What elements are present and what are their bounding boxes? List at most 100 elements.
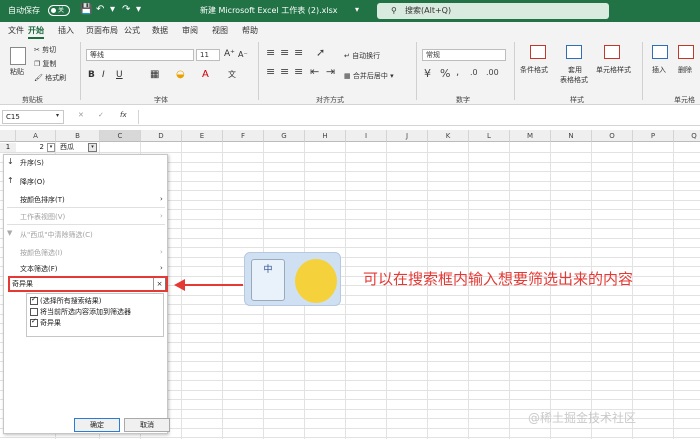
comma-icon[interactable]: ,	[456, 67, 459, 78]
decrease-indent-icon[interactable]: ⇤	[310, 65, 319, 78]
tab-view[interactable]: 视图	[212, 25, 228, 36]
font-color-icon[interactable]: A	[202, 69, 209, 80]
tab-help[interactable]: 帮助	[242, 25, 258, 36]
column-header-q[interactable]: Q	[674, 130, 700, 142]
save-icon[interactable]: 💾	[80, 4, 92, 15]
cancel-entry-icon[interactable]: ✕	[78, 111, 84, 119]
column-header-d[interactable]: D	[141, 130, 182, 142]
customize-qat-icon[interactable]: ▾	[136, 4, 141, 15]
borders-icon[interactable]: ▦	[150, 69, 159, 80]
tab-review[interactable]: 审阅	[182, 25, 198, 36]
font-name-combo[interactable]: 等线	[86, 49, 194, 61]
align-top-icon[interactable]: ≡	[266, 46, 275, 59]
column-header-k[interactable]: K	[428, 130, 469, 142]
align-right-icon[interactable]: ≡	[294, 65, 303, 78]
select-all-corner[interactable]	[0, 130, 16, 142]
cancel-button[interactable]: 取消	[124, 418, 170, 432]
font-size-combo[interactable]: 11	[196, 49, 220, 61]
conditional-format-icon[interactable]	[530, 45, 546, 59]
bold-button[interactable]: B	[88, 70, 95, 80]
name-box-dropdown-icon[interactable]: ▾	[56, 112, 59, 119]
title-dropdown-icon[interactable]: ▾	[355, 5, 359, 14]
increase-decimal-icon[interactable]: .0	[470, 68, 478, 77]
column-header-m[interactable]: M	[510, 130, 551, 142]
delete-cells-button[interactable]: 删除	[678, 65, 692, 75]
increase-indent-icon[interactable]: ⇥	[326, 65, 335, 78]
paste-button[interactable]: 粘贴	[10, 67, 24, 77]
orientation-icon[interactable]: ➚	[316, 46, 325, 59]
column-header-c[interactable]: C	[100, 130, 141, 142]
merge-center-button[interactable]: ▦ 合并后居中 ▾	[344, 71, 394, 81]
insert-cells-button[interactable]: 插入	[652, 65, 666, 75]
redo-icon[interactable]: ↷	[122, 4, 130, 15]
filter-dropdown-b1[interactable]: ▾	[88, 143, 97, 152]
annotation-text: 可以在搜索框内输入想要筛选出来的内容	[363, 270, 634, 288]
search-box[interactable]: ⚲ 搜索(Alt+Q)	[377, 3, 609, 19]
percent-icon[interactable]: %	[440, 67, 450, 80]
insert-cells-icon[interactable]	[652, 45, 668, 59]
column-header-a[interactable]: A	[16, 130, 56, 142]
cell-styles-icon[interactable]	[604, 45, 620, 59]
grid-column-line	[468, 142, 469, 439]
shrink-font-icon[interactable]: A⁻	[238, 50, 248, 59]
text-filter-item[interactable]: 文本筛选(F) ›	[20, 264, 163, 274]
format-table-button-1[interactable]: 套用	[568, 65, 582, 75]
underline-button[interactable]: U	[116, 70, 123, 80]
cell-styles-button[interactable]: 单元格样式	[596, 65, 631, 75]
sort-asc-item[interactable]: 升序(S)	[20, 158, 44, 168]
copy-button[interactable]: ❐ 复制	[34, 59, 57, 69]
format-table-icon[interactable]	[566, 45, 582, 59]
sort-by-color-item[interactable]: 按颜色排序(T) ›	[20, 195, 163, 205]
column-header-p[interactable]: P	[633, 130, 674, 142]
format-table-button-2[interactable]: 表格格式	[560, 75, 588, 85]
column-header-j[interactable]: J	[387, 130, 428, 142]
autosave-toggle[interactable]: 关	[48, 5, 70, 16]
formula-input[interactable]	[138, 110, 696, 124]
decrease-decimal-icon[interactable]: .00	[486, 68, 499, 77]
row-header-1[interactable]: 1	[0, 143, 16, 152]
column-header-n[interactable]: N	[551, 130, 592, 142]
currency-icon[interactable]: ¥	[424, 67, 431, 80]
name-box[interactable]: C15	[2, 110, 64, 124]
cut-button[interactable]: ✂ 剪切	[34, 45, 56, 55]
format-painter-button[interactable]: 🖌 格式刷	[34, 73, 66, 83]
column-header-f[interactable]: F	[223, 130, 264, 142]
filter-dropdown-a1[interactable]: ▾	[47, 143, 55, 152]
enter-entry-icon[interactable]: ✓	[98, 111, 104, 119]
undo-dropdown-icon[interactable]: ▾	[110, 4, 115, 15]
grow-font-icon[interactable]: A⁺	[224, 49, 235, 59]
undo-icon[interactable]: ↶	[96, 4, 104, 15]
tab-page-layout[interactable]: 页面布局	[86, 25, 118, 36]
delete-cells-icon[interactable]	[678, 45, 694, 59]
option-kiwi[interactable]: 奇异果	[30, 317, 61, 328]
tab-file[interactable]: 文件	[8, 25, 24, 36]
insert-function-button[interactable]: fx	[120, 111, 127, 119]
align-left-icon[interactable]: ≡	[266, 65, 275, 78]
align-middle-icon[interactable]: ≡	[280, 46, 289, 59]
cell-b1[interactable]: 西瓜	[60, 143, 90, 152]
phonetic-icon[interactable]: 文	[228, 69, 236, 80]
option-select-all-results[interactable]: (选择所有搜索结果)	[30, 295, 101, 306]
number-format-combo[interactable]: 常规	[422, 49, 506, 61]
column-header-o[interactable]: O	[592, 130, 633, 142]
tab-home[interactable]: 开始	[28, 25, 44, 39]
fill-color-icon[interactable]: ◒	[176, 69, 185, 80]
sort-desc-item[interactable]: 降序(O)	[20, 177, 45, 187]
conditional-format-button[interactable]: 条件格式	[520, 65, 548, 75]
column-header-l[interactable]: L	[469, 130, 510, 142]
column-header-i[interactable]: I	[346, 130, 387, 142]
column-header-h[interactable]: H	[305, 130, 346, 142]
tab-insert[interactable]: 插入	[58, 25, 74, 36]
tab-data[interactable]: 数据	[152, 25, 168, 36]
italic-button[interactable]: I	[102, 70, 105, 80]
paste-icon[interactable]	[10, 47, 26, 65]
wrap-text-button[interactable]: ↵ 自动换行	[344, 51, 380, 61]
align-bottom-icon[interactable]: ≡	[294, 46, 303, 59]
column-header-e[interactable]: E	[182, 130, 223, 142]
column-header-g[interactable]: G	[264, 130, 305, 142]
option-add-to-filter[interactable]: 将当前所选内容添加到筛选器	[30, 307, 131, 317]
tab-formulas[interactable]: 公式	[124, 25, 140, 36]
align-center-icon[interactable]: ≡	[280, 65, 289, 78]
column-header-b[interactable]: B	[56, 130, 100, 142]
ok-button[interactable]: 确定	[74, 418, 120, 432]
